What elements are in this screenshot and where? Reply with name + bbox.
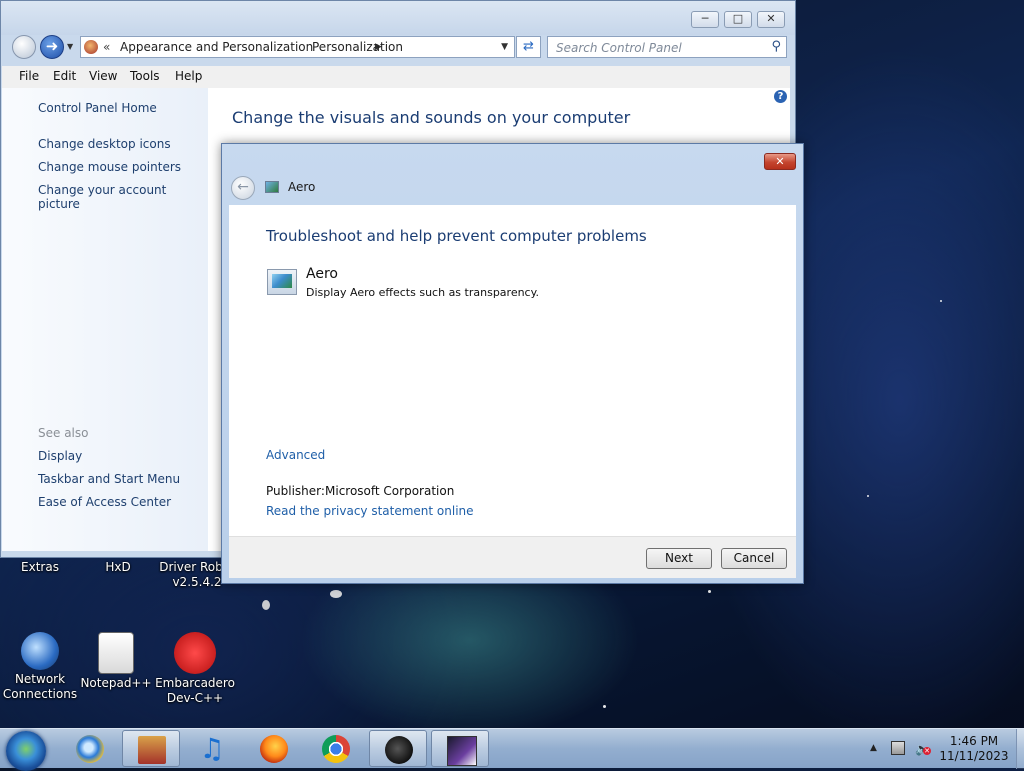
sidebar-see-also-taskbar[interactable]: Taskbar and Start Menu (38, 472, 180, 486)
internet-explorer-icon (76, 735, 104, 763)
breadcrumb-appearance[interactable]: Appearance and Personalization (120, 37, 313, 57)
screen-app-icon (447, 736, 477, 766)
star-decoration (603, 705, 606, 708)
paint-app-icon (385, 736, 413, 764)
refresh-button[interactable]: ⇄ (516, 36, 541, 58)
troubleshooter-icon (265, 181, 279, 193)
search-box[interactable]: ⚲ (547, 36, 787, 58)
next-button[interactable]: Next (646, 548, 712, 569)
taskbar: ♫ ▲ 🔈✕ 1:46 PM 11/11/2023 (0, 728, 1024, 771)
itunes-icon: ♫ (199, 732, 225, 765)
publisher-value: Microsoft Corporation (325, 484, 455, 498)
page-title: Change the visuals and sounds on your co… (232, 108, 631, 127)
taskbar-archive-app[interactable] (122, 730, 180, 767)
search-input[interactable] (554, 38, 758, 58)
taskbar-internet-explorer[interactable] (61, 730, 119, 767)
clock[interactable]: 1:46 PM 11/11/2023 (930, 734, 1018, 764)
recent-pages-dropdown[interactable]: ▼ (67, 42, 73, 51)
dialog-heading: Troubleshoot and help prevent computer p… (266, 227, 647, 245)
menu-tools[interactable]: Tools (130, 69, 160, 83)
dialog-title: Aero (288, 180, 316, 194)
archive-app-icon (138, 736, 166, 764)
see-also-label: See also (38, 426, 89, 440)
sidebar-change-mouse-pointers[interactable]: Change mouse pointers (38, 160, 181, 174)
dialog-back-button[interactable]: ← (231, 176, 255, 200)
desktop-icon-label: Notepad++ (80, 676, 152, 690)
desktop-icon-notepadpp[interactable]: Notepad++ (76, 632, 156, 691)
breadcrumb-overflow-icon[interactable]: « (103, 37, 110, 57)
clock-date: 11/11/2023 (939, 749, 1009, 763)
dialog-body: Troubleshoot and help prevent computer p… (229, 205, 796, 536)
desktop-icon-label: Embarcadero Dev-C++ (155, 676, 235, 705)
desktop-icon-extras[interactable]: Extras (0, 560, 80, 575)
devcpp-icon (174, 632, 216, 674)
taskbar-firefox[interactable] (245, 730, 303, 767)
desktop-icon-label: Extras (21, 560, 59, 574)
dialog-close-button[interactable]: ✕ (764, 153, 796, 170)
advanced-link[interactable]: Advanced (266, 448, 325, 462)
search-icon[interactable]: ⚲ (771, 39, 781, 54)
desktop-icon-devcpp[interactable]: Embarcadero Dev-C++ (154, 632, 236, 706)
sidebar-see-also-display[interactable]: Display (38, 449, 82, 463)
sidebar-see-also-ease-of-access[interactable]: Ease of Access Center (38, 495, 171, 509)
sidebar-control-panel-home[interactable]: Control Panel Home (38, 101, 157, 115)
menu-bar: File Edit View Tools Help (2, 66, 790, 89)
sidebar-change-account-picture[interactable]: Change your account picture (38, 183, 208, 211)
chrome-icon (322, 735, 350, 763)
close-button[interactable]: ✕ (757, 11, 785, 28)
window-caption (1, 1, 795, 35)
address-bar[interactable]: « Appearance and Personalization ▶ Perso… (80, 36, 515, 58)
taskbar-chrome[interactable] (307, 730, 365, 767)
desktop-icon-hxd[interactable]: HxD (78, 560, 158, 575)
menu-view[interactable]: View (89, 69, 117, 83)
notepadpp-icon (98, 632, 134, 674)
firefox-icon (260, 735, 288, 763)
taskbar-screen-app[interactable] (431, 730, 489, 767)
troubleshooter-description: Display Aero effects such as transparenc… (306, 286, 540, 299)
publisher-label: Publisher: (266, 484, 325, 498)
maximize-button[interactable]: □ (724, 11, 752, 28)
back-button[interactable] (12, 35, 36, 59)
control-panel-icon (84, 40, 98, 54)
desktop-icon-label: HxD (105, 560, 131, 574)
sidebar-change-desktop-icons[interactable]: Change desktop icons (38, 137, 171, 151)
aero-troubleshooter-icon (267, 269, 297, 295)
taskbar-paint-app[interactable] (369, 730, 427, 767)
volume-muted-icon[interactable]: 🔈✕ (915, 741, 931, 757)
address-dropdown-icon[interactable]: ▼ (501, 37, 508, 57)
help-icon[interactable]: ? (774, 90, 787, 103)
menu-edit[interactable]: Edit (53, 69, 76, 83)
breadcrumb-personalization[interactable]: Personalization (312, 37, 403, 57)
clock-time: 1:46 PM (949, 734, 999, 748)
menu-file[interactable]: File (19, 69, 39, 83)
taskbar-itunes[interactable]: ♫ (183, 730, 241, 767)
start-button[interactable] (6, 731, 46, 771)
privacy-statement-link[interactable]: Read the privacy statement online (266, 504, 474, 518)
menu-help[interactable]: Help (175, 69, 202, 83)
desktop-icon-network-connections[interactable]: Network Connections (0, 632, 80, 702)
star-decoration (708, 590, 711, 593)
cancel-button[interactable]: Cancel (721, 548, 787, 569)
star-decoration (940, 300, 942, 302)
sidebar: Control Panel Home Change desktop icons … (2, 88, 208, 551)
troubleshooter-name: Aero (306, 266, 338, 282)
desktop-debris (330, 590, 342, 598)
network-tray-icon[interactable] (891, 741, 905, 755)
forward-button[interactable]: ➜ (40, 35, 64, 59)
show-desktop-button[interactable] (1016, 729, 1024, 769)
show-hidden-icons-button[interactable]: ▲ (870, 743, 877, 753)
star-decoration (867, 495, 869, 497)
aero-troubleshooter-dialog: ✕ ← Aero Troubleshoot and help prevent c… (221, 143, 804, 584)
network-connections-icon (21, 632, 59, 670)
desktop-icon-label: Network Connections (2, 672, 78, 701)
minimize-button[interactable]: ─ (691, 11, 719, 28)
desktop-debris (262, 600, 270, 610)
dialog-footer: Next Cancel (229, 536, 796, 578)
